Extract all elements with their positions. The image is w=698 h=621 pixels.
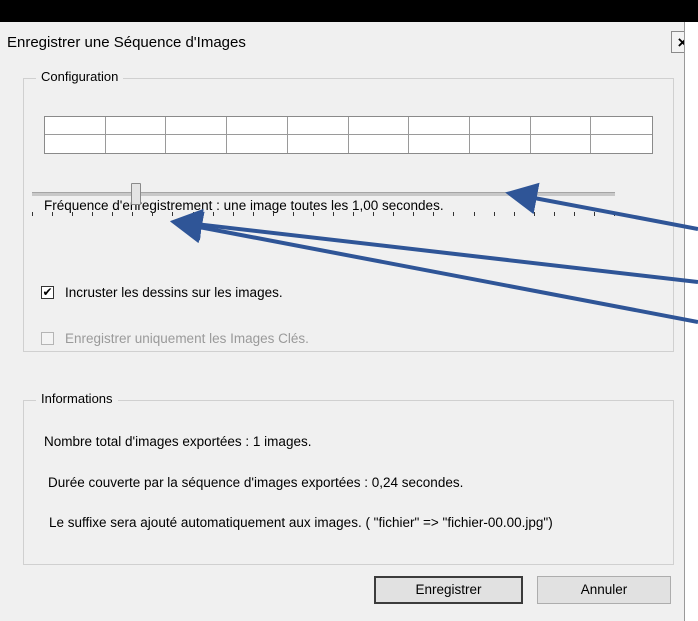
total-images-text: Nombre total d'images exportées : 1 imag… bbox=[44, 434, 312, 449]
title-bar: Enregistrer une Séquence d'Images × bbox=[0, 22, 698, 60]
slider-tick bbox=[474, 212, 475, 216]
grid-cell bbox=[166, 117, 228, 135]
slider-tick bbox=[614, 212, 615, 216]
grid-cell bbox=[227, 117, 288, 135]
checkmark-icon: ✔ bbox=[42, 285, 53, 299]
grid-cell bbox=[105, 117, 167, 135]
slider-tick bbox=[333, 212, 334, 216]
grid-cell bbox=[348, 117, 410, 135]
grid-cell bbox=[591, 117, 652, 135]
slider-track[interactable] bbox=[32, 192, 615, 196]
slider-tick bbox=[594, 212, 595, 216]
slider-tick bbox=[494, 212, 495, 216]
slider-tick bbox=[313, 212, 314, 216]
save-button[interactable]: Enregistrer bbox=[374, 576, 523, 604]
grid-cell bbox=[470, 135, 531, 153]
grid-cell bbox=[288, 135, 349, 153]
frequency-slider[interactable] bbox=[32, 183, 647, 224]
slider-tick bbox=[193, 212, 194, 216]
grid-cell bbox=[106, 135, 167, 153]
slider-tick bbox=[353, 212, 354, 216]
slider-tick bbox=[253, 212, 254, 216]
grid-cell bbox=[45, 135, 106, 153]
grid-cell bbox=[45, 117, 106, 135]
informations-legend: Informations bbox=[36, 391, 118, 406]
grid-cell bbox=[166, 135, 228, 153]
slider-tick bbox=[453, 212, 454, 216]
configuration-legend: Configuration bbox=[36, 69, 124, 84]
suffix-text: Le suffixe sera ajouté automatiquement a… bbox=[49, 515, 553, 530]
grid-cell bbox=[349, 135, 410, 153]
grid-cell bbox=[530, 117, 592, 135]
grid-cell bbox=[591, 135, 652, 153]
window-title: Enregistrer une Séquence d'Images bbox=[7, 34, 246, 51]
image-sequence-grid bbox=[44, 116, 653, 154]
slider-tick bbox=[92, 212, 93, 216]
slider-tick bbox=[534, 212, 535, 216]
slider-tick bbox=[433, 212, 434, 216]
slider-tick bbox=[213, 212, 214, 216]
overlay-drawings-checkbox[interactable]: ✔ bbox=[41, 286, 54, 299]
slider-tick bbox=[373, 212, 374, 216]
grid-cell bbox=[469, 117, 531, 135]
informations-group: Informations Nombre total d'images expor… bbox=[23, 391, 674, 565]
background-window-edge bbox=[684, 22, 698, 621]
dialog-window: Enregistrer une Séquence d'Images × Conf… bbox=[0, 22, 698, 621]
slider-tick bbox=[32, 212, 33, 216]
grid-cell bbox=[409, 117, 470, 135]
slider-tick bbox=[152, 212, 153, 216]
slider-tick bbox=[273, 212, 274, 216]
slider-tick bbox=[413, 212, 414, 216]
slider-tick bbox=[574, 212, 575, 216]
keyframes-only-checkbox[interactable] bbox=[41, 332, 54, 345]
slider-ticks bbox=[32, 212, 615, 217]
slider-tick bbox=[233, 212, 234, 216]
slider-tick bbox=[172, 212, 173, 216]
overlay-drawings-label[interactable]: Incruster les dessins sur les images. bbox=[65, 285, 283, 300]
slider-tick bbox=[293, 212, 294, 216]
top-black-bar bbox=[0, 0, 698, 22]
slider-tick bbox=[112, 212, 113, 216]
slider-tick bbox=[514, 212, 515, 216]
slider-tick bbox=[554, 212, 555, 216]
slider-tick bbox=[132, 212, 133, 216]
grid-cell bbox=[227, 135, 288, 153]
slider-tick bbox=[393, 212, 394, 216]
grid-cell bbox=[287, 117, 349, 135]
grid-cell bbox=[531, 135, 592, 153]
slider-tick bbox=[72, 212, 73, 216]
cancel-button[interactable]: Annuler bbox=[537, 576, 671, 604]
slider-thumb[interactable] bbox=[131, 183, 141, 205]
slider-tick bbox=[52, 212, 53, 216]
duration-text: Durée couverte par la séquence d'images … bbox=[48, 475, 464, 490]
grid-cell bbox=[409, 135, 470, 153]
keyframes-only-label[interactable]: Enregistrer uniquement les Images Clés. bbox=[65, 331, 309, 346]
